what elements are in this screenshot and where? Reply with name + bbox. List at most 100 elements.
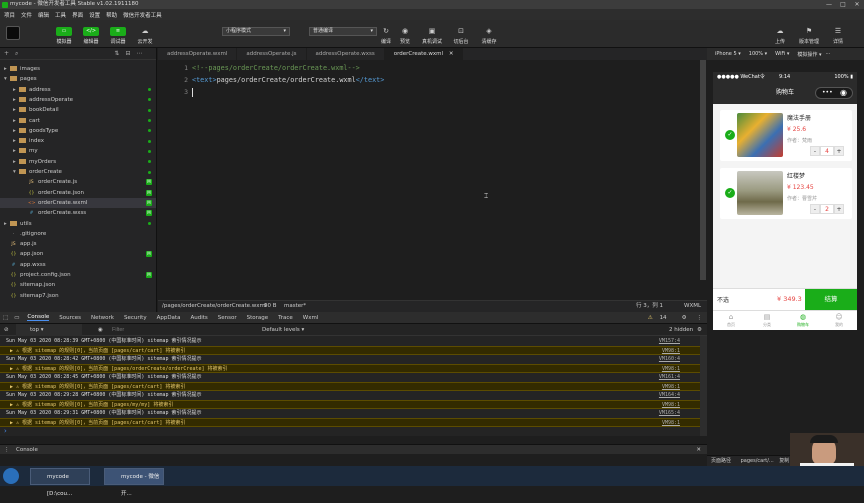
menu-edit[interactable]: 编辑 bbox=[38, 11, 49, 19]
network-select[interactable]: WiFi ▾ bbox=[771, 51, 789, 57]
tree-folder[interactable]: ▸ index bbox=[0, 136, 156, 146]
tab-sources[interactable]: Sources bbox=[59, 315, 81, 321]
console-message[interactable]: Sun May 03 2020 08:29:28 GMT+0800 (中国标准时… bbox=[0, 391, 700, 400]
capsule-menu[interactable]: ••• ◉ bbox=[815, 87, 853, 99]
device-toggle-icon[interactable]: ▭ bbox=[14, 315, 19, 321]
editor-button[interactable]: </> 编辑器 bbox=[79, 27, 103, 45]
tab-sensor[interactable]: Sensor bbox=[218, 315, 237, 321]
console-warning[interactable]: ▶ ⚠ 根据 sitemap 的规则[0]，当前页面 [pages/my/my]… bbox=[0, 400, 700, 409]
gear-icon[interactable]: ⚙ bbox=[697, 324, 702, 336]
decrement-button[interactable]: - bbox=[810, 204, 820, 214]
avatar[interactable] bbox=[6, 26, 20, 40]
log-source-link[interactable]: VM98:1 bbox=[662, 419, 680, 428]
console-filter-input[interactable] bbox=[112, 325, 252, 335]
menu-settings[interactable]: 设置 bbox=[89, 11, 100, 19]
language-mode[interactable]: WXML bbox=[684, 301, 701, 312]
preview-button[interactable]: ◉ 预览 bbox=[393, 27, 417, 45]
tree-file[interactable]: {} sitemap7.json bbox=[0, 291, 156, 301]
tab-ordercreate-wxml[interactable]: orderCreate.wxml ✕ bbox=[384, 48, 464, 60]
eye-icon[interactable]: ◉ bbox=[98, 324, 103, 336]
tree-folder[interactable]: ▸ addressOperate bbox=[0, 95, 156, 105]
tab-storage[interactable]: Storage bbox=[247, 315, 269, 321]
clear-console-icon[interactable]: ⊘ bbox=[4, 324, 9, 336]
taskbar-item-explorer[interactable]: mycode [D:\cou... bbox=[30, 468, 90, 497]
maximize-button[interactable]: □ bbox=[836, 0, 850, 9]
console-warning[interactable]: ▶ ⚠ 根据 sitemap 的规则[0]，当前页面 [pages/cart/c… bbox=[0, 382, 700, 391]
increment-button[interactable]: + bbox=[834, 204, 844, 214]
cloud-dev-button[interactable]: ☁ 云开发 bbox=[133, 27, 157, 45]
increment-button[interactable]: + bbox=[834, 146, 844, 156]
tab-network[interactable]: Network bbox=[91, 315, 114, 321]
menu-view[interactable]: 界面 bbox=[72, 11, 83, 19]
background-button[interactable]: ⊡ 切后台 bbox=[449, 27, 473, 45]
more-dots-icon[interactable]: ••• bbox=[822, 89, 833, 96]
console-message[interactable]: Sun May 03 2020 08:28:42 GMT+0800 (中国标准时… bbox=[0, 355, 700, 364]
log-source-link[interactable]: VM165:4 bbox=[659, 409, 680, 418]
inspect-icon[interactable]: ⬚ bbox=[3, 315, 8, 321]
sort-icon[interactable]: ⇅ bbox=[114, 50, 119, 57]
close-icon[interactable]: ✕ bbox=[696, 445, 701, 455]
debugger-button[interactable]: ≡ 调试器 bbox=[106, 27, 130, 45]
tab-console[interactable]: Console bbox=[27, 314, 50, 321]
cart-item[interactable]: ✓ 魔法手册 ¥ 25.6 作者：梵雨 - 4 + bbox=[720, 110, 852, 161]
details-button[interactable]: ☰ 详情 bbox=[826, 27, 850, 45]
menu-tools[interactable]: 工具 bbox=[55, 11, 66, 19]
menu-wechat-devtools[interactable]: 微信开发者工具 bbox=[123, 11, 162, 19]
context-select[interactable]: top ▾ bbox=[16, 324, 82, 336]
more-icon[interactable]: ⋯ bbox=[136, 50, 142, 57]
tree-file[interactable]: {} project.config.json M bbox=[0, 270, 156, 280]
cart-item[interactable]: ✓ 红楼梦 ¥ 123.45 作者：曹雪芹 - 2 + bbox=[720, 168, 852, 219]
quantity-value[interactable]: 4 bbox=[820, 146, 834, 156]
console-warning[interactable]: ▶ ⚠ 根据 sitemap 的规则[0]，当前页面 [pages/cart/c… bbox=[0, 418, 700, 427]
tree-file[interactable]: {} sitemap.json bbox=[0, 280, 156, 290]
simulator-button[interactable]: ▭ 模拟器 bbox=[52, 27, 76, 45]
tree-folder[interactable]: ▸ goodsType bbox=[0, 126, 156, 136]
menu-file[interactable]: 文件 bbox=[21, 11, 32, 19]
simulate-operation-select[interactable]: 模拟操作 ▾ bbox=[793, 51, 821, 58]
tree-folder[interactable]: ▾ orderCreate bbox=[0, 167, 156, 177]
close-button[interactable]: ✕ bbox=[850, 0, 864, 9]
tab-wxml[interactable]: Wxml bbox=[303, 315, 319, 321]
search-icon[interactable]: ⌕ bbox=[15, 50, 18, 58]
tree-folder[interactable]: ▾ pages bbox=[0, 74, 156, 84]
add-icon[interactable]: + bbox=[4, 50, 9, 57]
cursor-position[interactable]: 行 3，列 1 bbox=[636, 301, 663, 312]
console-message[interactable]: Sun May 03 2020 08:28:39 GMT+0800 (中国标准时… bbox=[0, 337, 700, 346]
check-icon[interactable]: ✓ bbox=[725, 130, 735, 140]
tree-folder[interactable]: ▸ myOrders bbox=[0, 157, 156, 167]
tab-audits[interactable]: Audits bbox=[190, 315, 207, 321]
console-warning[interactable]: ▶ ⚠ 根据 sitemap 的规则[0]，当前页面 [pages/orderC… bbox=[0, 364, 700, 373]
tab-addressoperate-wxss[interactable]: addressOperate.wxss bbox=[307, 48, 385, 60]
console-message[interactable]: Sun May 03 2020 08:28:45 GMT+0800 (中国标准时… bbox=[0, 373, 700, 382]
tab-trace[interactable]: Trace bbox=[278, 315, 293, 321]
menu-project[interactable]: 项目 bbox=[4, 11, 15, 19]
editor-scrollbar[interactable] bbox=[700, 60, 706, 280]
tab-addressoperate-js[interactable]: addressOperate.js bbox=[237, 48, 307, 60]
log-source-link[interactable]: VM161:4 bbox=[659, 373, 680, 382]
tab-addressoperate-wxml[interactable]: addressOperate.wxml bbox=[158, 48, 238, 60]
compile-mode-select[interactable]: 普通编译 ▾ bbox=[309, 27, 377, 36]
tree-folder[interactable]: ▸ images bbox=[0, 64, 156, 74]
log-source-link[interactable]: VM157:4 bbox=[659, 337, 680, 346]
tree-file[interactable]: <> orderCreate.wxml M bbox=[0, 197, 156, 208]
log-source-link[interactable]: VM160:4 bbox=[659, 355, 680, 364]
tabbar-item-my[interactable]: ☺ 我的 bbox=[821, 311, 857, 330]
tabbar-item-category[interactable]: ▤ 分类 bbox=[749, 311, 785, 330]
tree-folder[interactable]: ▸ cart bbox=[0, 116, 156, 126]
git-branch[interactable]: master* bbox=[284, 301, 306, 312]
tree-file[interactable]: # orderCreate.wxss M bbox=[0, 208, 156, 218]
check-icon[interactable]: ✓ bbox=[725, 188, 735, 198]
settings-icon[interactable]: ⚙ bbox=[682, 315, 687, 321]
collapse-icon[interactable]: ⊟ bbox=[125, 50, 130, 57]
console-message[interactable]: Sun May 03 2020 08:29:31 GMT+0800 (中国标准时… bbox=[0, 409, 700, 418]
tabbar-item-home[interactable]: ⌂ 首页 bbox=[713, 311, 749, 330]
tree-file[interactable]: · .gitignore bbox=[0, 229, 156, 239]
console-warning[interactable]: ▶ ⚠ 根据 sitemap 的规则[0]，当前页面 [pages/cart/c… bbox=[0, 346, 700, 355]
more-icon[interactable]: ⋮ bbox=[697, 315, 703, 321]
drawer-tab-console[interactable]: Console bbox=[16, 447, 38, 453]
tabbar-item-cart[interactable]: ◍ 购物车 bbox=[785, 311, 821, 330]
tree-file[interactable]: JS orderCreate.js M bbox=[0, 177, 156, 187]
tab-appdata[interactable]: AppData bbox=[157, 315, 181, 321]
zoom-select[interactable]: 100% ▾ bbox=[745, 51, 767, 57]
close-icon[interactable]: ✕ bbox=[449, 51, 454, 57]
